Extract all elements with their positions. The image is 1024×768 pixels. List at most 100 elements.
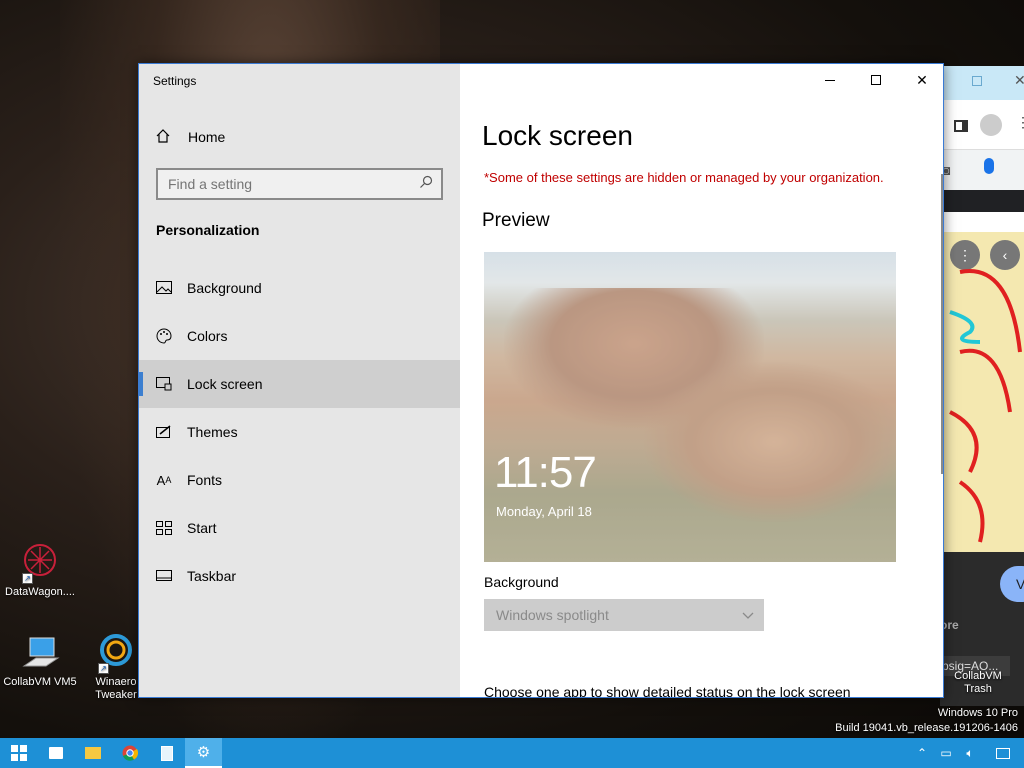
- minimize-button[interactable]: [807, 64, 853, 96]
- search-button[interactable]: V: [1000, 566, 1024, 602]
- windows-logo-icon: [10, 745, 27, 761]
- microphone-icon[interactable]: [984, 158, 994, 174]
- start-button[interactable]: [0, 738, 37, 768]
- detailed-status-label: Choose one app to show detailed status o…: [484, 684, 851, 698]
- watermark-build: Build 19041.vb_release.191206-1406: [835, 722, 1018, 734]
- background-dropdown[interactable]: Windows spotlight: [484, 599, 764, 631]
- home-label: Home: [188, 129, 226, 145]
- taskbar-file-explorer[interactable]: [74, 738, 111, 768]
- desktop-icon-label: CollabVM VM5: [3, 676, 77, 688]
- settings-window[interactable]: Settings Home Personalization Background…: [138, 63, 944, 698]
- menu-icon[interactable]: ⋮: [1016, 114, 1024, 131]
- chevron-up-icon: ⌃: [916, 746, 928, 760]
- preview-time: 11:57: [494, 448, 597, 497]
- themes-icon: [155, 425, 173, 439]
- chrome-icon: [122, 745, 138, 761]
- gear-icon: ⚙: [196, 744, 211, 761]
- dark-strip: [940, 190, 1024, 212]
- notification-icon: [996, 747, 1010, 759]
- home-icon: [155, 128, 173, 147]
- picture-icon: [155, 281, 173, 295]
- show-hidden-icons-button[interactable]: ⌃: [910, 738, 934, 768]
- desktop-icon-trash[interactable]: CollabVM Trash: [950, 670, 1006, 696]
- window-controls: ✕: [807, 64, 943, 96]
- drawing-canvas: ⋮ ‹: [940, 232, 1024, 552]
- close-button[interactable]: ✕: [899, 64, 943, 96]
- nav-item-lock-screen[interactable]: Lock screen: [139, 360, 460, 408]
- notifications-button[interactable]: [982, 738, 1024, 768]
- network-icon: ▭: [940, 746, 952, 760]
- nav-item-colors[interactable]: Colors: [139, 312, 460, 360]
- network-button[interactable]: ▭: [934, 738, 958, 768]
- fonts-icon: AA: [156, 472, 172, 488]
- search-input[interactable]: [168, 176, 419, 192]
- watermark-edition: Windows 10 Pro: [937, 707, 1018, 719]
- taskbar-settings[interactable]: ⚙: [185, 738, 222, 768]
- computer-icon: [20, 632, 60, 672]
- minimize-icon: [825, 79, 835, 81]
- window-title: Settings: [153, 74, 197, 88]
- settings-nav: Background Colors Lock screen Themes AA …: [139, 264, 460, 600]
- sidebar-toggle-icon[interactable]: [954, 120, 968, 132]
- nav-item-start[interactable]: Start: [139, 504, 460, 552]
- chevron-down-icon: [742, 607, 754, 623]
- preview-heading: Preview: [482, 210, 550, 231]
- scrollbar[interactable]: [941, 174, 943, 474]
- nav-item-label: Fonts: [187, 472, 223, 488]
- close-icon[interactable]: ✕: [1014, 72, 1024, 89]
- store-icon: [48, 747, 63, 759]
- start-icon: [155, 521, 173, 535]
- close-icon: ✕: [916, 71, 928, 88]
- shortcut-arrow-icon: ↗: [22, 573, 33, 584]
- nav-item-label: Themes: [187, 424, 238, 440]
- desktop-icon-datawagon[interactable]: ↗ DataWagon....: [0, 542, 80, 598]
- preview-date: Monday, April 18: [496, 504, 592, 519]
- browser-toolbar: ⋮: [940, 100, 1024, 150]
- volume-button[interactable]: 🔈︎: [958, 738, 982, 768]
- search-box[interactable]: [156, 168, 443, 200]
- shortcut-arrow-icon: ↗: [98, 663, 109, 674]
- nav-item-label: Lock screen: [187, 376, 263, 392]
- managed-warning: *Some of these settings are hidden or ma…: [484, 170, 884, 185]
- nav-item-background[interactable]: Background: [139, 264, 460, 312]
- background-browser-window[interactable]: ✕ ⋮ ◙ ⋮ ‹ V ore psig=AO...: [940, 66, 1024, 706]
- lock-screen-preview: 11:57 Monday, April 18: [484, 252, 896, 562]
- settings-sidebar: Settings Home Personalization Background…: [139, 64, 460, 697]
- notepad-icon: [160, 745, 173, 761]
- palette-icon: [155, 328, 173, 344]
- nav-item-label: Background: [187, 280, 262, 296]
- system-tray: ⌃ ▭ 🔈︎: [910, 738, 1024, 768]
- profile-icon[interactable]: [980, 114, 1002, 136]
- taskbar-notepad[interactable]: [148, 738, 185, 768]
- page-title: Lock screen: [482, 120, 633, 151]
- maximize-icon: [871, 75, 881, 85]
- desktop-icon-label: DataWagon....: [5, 586, 75, 598]
- desktop-icon-label: Winaero Tweaker: [95, 676, 137, 701]
- speaker-icon: 🔈︎: [966, 745, 974, 760]
- lock-screen-icon: [155, 377, 173, 391]
- nav-item-themes[interactable]: Themes: [139, 408, 460, 456]
- home-nav-item[interactable]: Home: [139, 120, 460, 154]
- section-heading: Personalization: [156, 222, 260, 238]
- taskbar: ⚙ ⌃ ▭ 🔈︎: [0, 738, 1024, 768]
- nav-item-label: Colors: [187, 328, 228, 344]
- winaero-tweaker-icon: ↗: [96, 632, 136, 674]
- datawagon-icon: ↗: [20, 542, 60, 584]
- nav-item-label: Taskbar: [187, 568, 237, 584]
- taskbar-chrome[interactable]: [111, 738, 148, 768]
- desktop-icon-collabvm[interactable]: CollabVM VM5: [0, 632, 80, 688]
- settings-content: ✕ Lock screen *Some of these settings ar…: [460, 64, 943, 698]
- browser-titlebar: ✕: [940, 66, 1024, 100]
- search-area: ◙: [940, 150, 1024, 190]
- taskbar-store[interactable]: [37, 738, 74, 768]
- background-label: Background: [484, 574, 559, 590]
- nav-item-label: Start: [187, 520, 217, 536]
- nav-item-taskbar[interactable]: Taskbar: [139, 552, 460, 600]
- folder-icon: [84, 747, 101, 759]
- windows-watermark: Windows 10 Pro Build 19041.vb_release.19…: [835, 706, 1018, 736]
- maximize-icon[interactable]: [972, 76, 982, 86]
- maximize-button[interactable]: [853, 64, 899, 96]
- nav-item-fonts[interactable]: AA Fonts: [139, 456, 460, 504]
- drawing-strokes: [949, 269, 1022, 543]
- search-icon: [419, 175, 433, 194]
